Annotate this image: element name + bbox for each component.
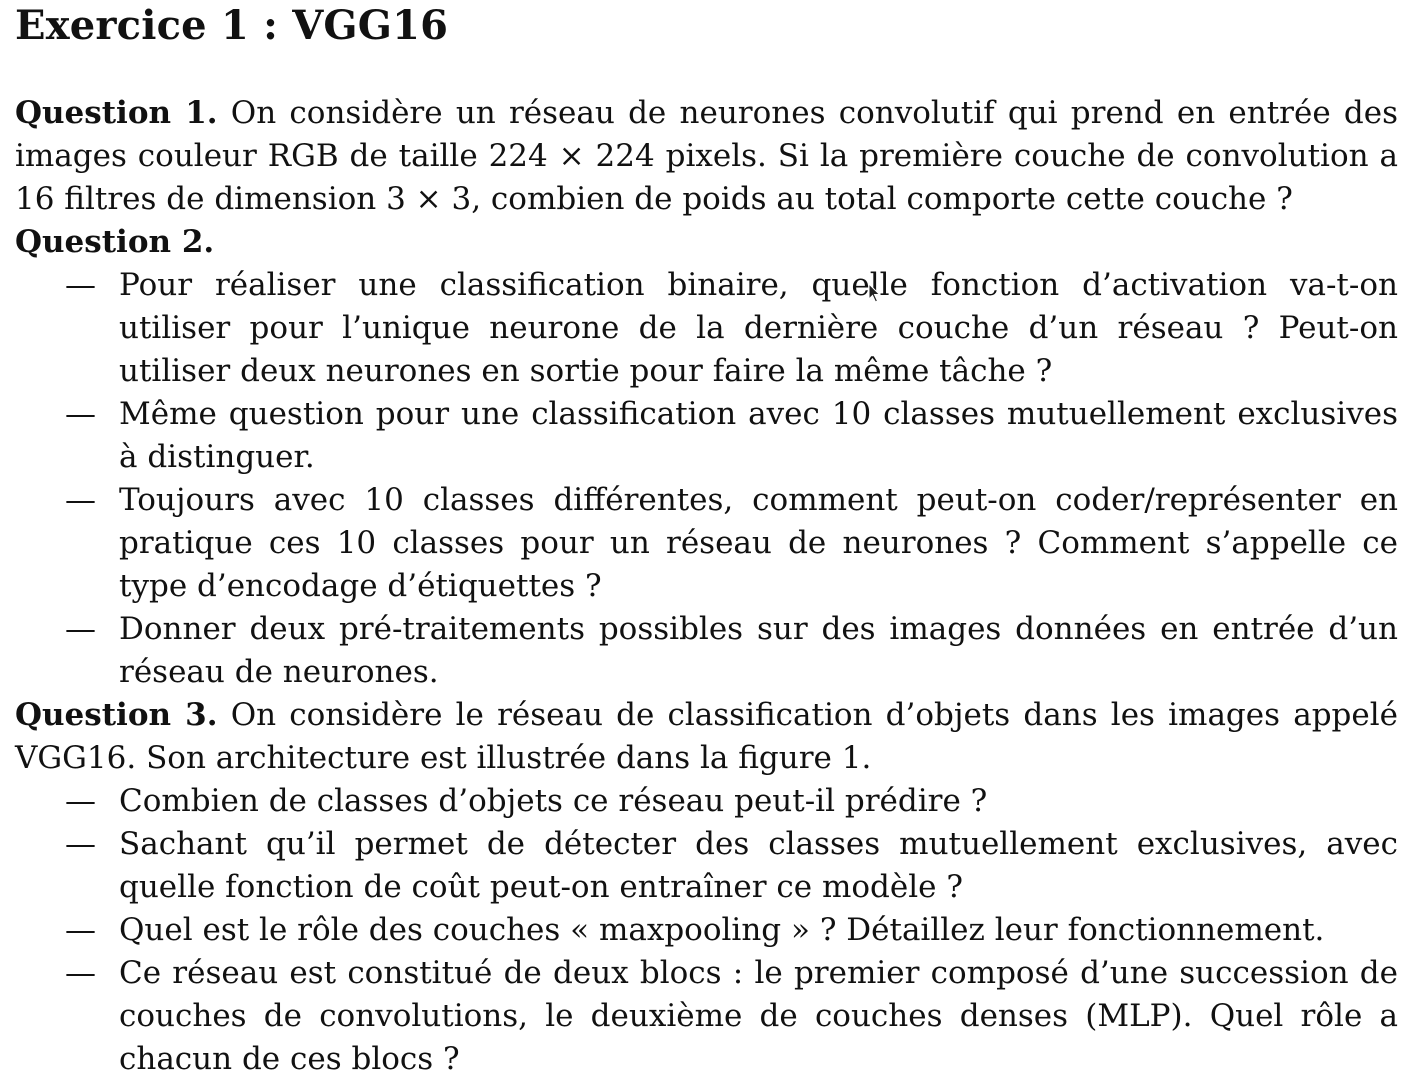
list-item-text: Ce réseau est constitué de deux blocs : … (119, 955, 1398, 1077)
dash-bullet: — (65, 912, 96, 948)
list-item-text: Sachant qu’il permet de détecter des cla… (119, 826, 1398, 905)
dash-bullet: — (65, 955, 96, 991)
list-item: — Même question pour une classification a… (15, 393, 1398, 479)
question-1-text: On considère un réseau de neurones convo… (15, 95, 1399, 217)
document-page: Exercice 1 : VGG16 Question 1. On consid… (15, 0, 1398, 1081)
question-1: Question 1. On considère un réseau de ne… (15, 92, 1398, 221)
list-item: — Pour réaliser une classification binair… (15, 264, 1398, 393)
mouse-pointer-icon (868, 283, 881, 303)
question-3-text: On considère le réseau de classification… (15, 697, 1398, 776)
question-3-items: — Combien de classes d’objets ce réseau p… (15, 780, 1398, 1081)
dash-bullet: — (65, 267, 96, 303)
question-2-paragraph: Question 2. (15, 221, 1398, 264)
list-item-text: Donner deux pré-traitements possibles su… (119, 611, 1398, 690)
list-item-text: Même question pour une classification av… (119, 396, 1398, 475)
list-item: — Combien de classes d’objets ce réseau p… (15, 780, 1398, 823)
question-3-paragraph: Question 3. On considère le réseau de cl… (15, 694, 1398, 780)
question-2-items: — Pour réaliser une classification binair… (15, 264, 1398, 694)
dash-bullet: — (65, 826, 96, 862)
question-3: Question 3. On considère le réseau de cl… (15, 694, 1398, 1081)
dash-bullet: — (65, 783, 96, 819)
list-item: — Donner deux pré-traitements possibles s… (15, 608, 1398, 694)
dash-bullet: — (65, 396, 96, 432)
list-item: — Ce réseau est constitué de deux blocs :… (15, 952, 1398, 1081)
question-2-label: Question 2. (15, 224, 215, 260)
question-1-paragraph: Question 1. On considère un réseau de ne… (15, 92, 1398, 221)
question-1-label: Question 1. (15, 95, 218, 131)
list-item-text: Pour réaliser une classification binaire… (119, 267, 1398, 389)
list-item-text: Combien de classes d’objets ce réseau pe… (119, 783, 988, 819)
exercise-title: Exercice 1 : VGG16 (15, 2, 449, 49)
exercise-content: Question 1. On considère un réseau de ne… (15, 92, 1398, 1081)
question-2: Question 2. — Pour réaliser une classific… (15, 221, 1398, 694)
list-item: — Toujours avec 10 classes différentes, c… (15, 479, 1398, 608)
list-item: — Quel est le rôle des couches « maxpooli… (15, 909, 1398, 952)
dash-bullet: — (65, 482, 96, 518)
dash-bullet: — (65, 611, 96, 647)
question-3-label: Question 3. (15, 697, 218, 733)
list-item-text: Toujours avec 10 classes différentes, co… (119, 482, 1398, 604)
list-item: — Sachant qu’il permet de détecter des cl… (15, 823, 1398, 909)
list-item-text: Quel est le rôle des couches « maxpoolin… (119, 912, 1325, 948)
